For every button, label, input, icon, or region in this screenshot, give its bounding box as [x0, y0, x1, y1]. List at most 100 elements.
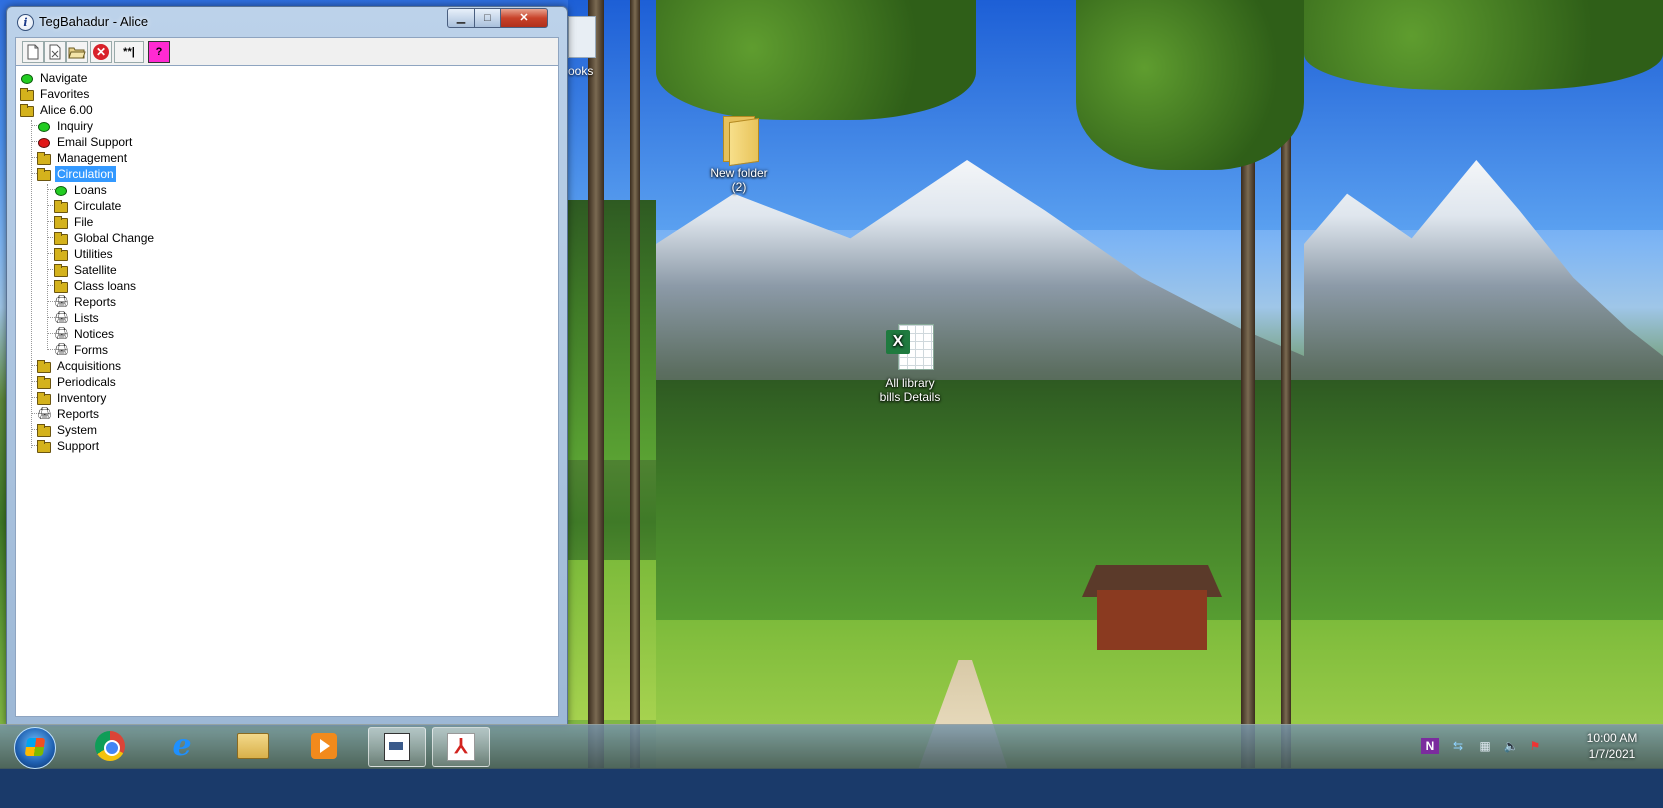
excel-file-label-line1: All library — [885, 376, 935, 390]
folder-icon — [37, 168, 51, 181]
taskbar-internet-explorer[interactable]: e — [154, 727, 210, 765]
taskbar-alice[interactable] — [368, 727, 426, 767]
maximize-button[interactable]: □ — [474, 8, 501, 28]
tree-item-label: Utilities — [74, 247, 113, 261]
tree-item-label: File — [74, 215, 94, 229]
tree-connector-root — [31, 120, 32, 448]
taskbar-media-player[interactable] — [296, 727, 352, 765]
clock-time: 10:00 AM — [1586, 731, 1638, 745]
desktop-partial-file-icon[interactable] — [568, 16, 596, 58]
taskbar-acrobat-reader[interactable]: ⅄ — [432, 727, 490, 767]
printer-icon: 🖨 — [54, 310, 70, 324]
acrobat-icon: ⅄ — [447, 733, 475, 761]
tree-item-label: Loans — [74, 183, 107, 197]
new-folder-label-line1: New folder — [710, 166, 768, 180]
stop-icon: ✕ — [93, 44, 109, 60]
tree-item-label: Reports — [57, 407, 100, 421]
open-folder-icon — [68, 47, 86, 59]
printer-icon: 🖨 — [37, 406, 53, 420]
taskbar: e ⅄ N ⇆ ▦ 🔈 ⚑ 10:00 AM 1/7/2021 — [0, 724, 1663, 769]
clock-date: 1/7/2021 — [1588, 747, 1636, 761]
tree-item-label: Acquisitions — [57, 359, 122, 373]
tree-item-label: Periodicals — [57, 375, 116, 389]
media-player-icon — [311, 733, 337, 759]
taskbar-chrome[interactable] — [82, 727, 138, 765]
windows-logo-icon — [24, 738, 46, 756]
minimize-button[interactable]: ▁ — [447, 8, 475, 28]
excel-file-label-line2: bills Details — [879, 390, 941, 404]
tree-item-label: System — [57, 423, 98, 437]
tree-item-label: Notices — [74, 327, 115, 341]
stop-button[interactable]: ✕ — [90, 41, 112, 63]
toolbar: ✕ **| ? — [15, 37, 559, 67]
folder-icon — [54, 200, 68, 213]
folder-icon — [54, 232, 68, 245]
red-dot-icon — [38, 138, 50, 148]
folder-icon — [54, 264, 68, 277]
start-button[interactable] — [14, 727, 56, 769]
folder-icon — [719, 114, 759, 167]
folder-icon — [37, 440, 51, 453]
folder-icon — [37, 360, 51, 373]
network-tray-icon[interactable]: ▦ — [1476, 738, 1494, 754]
tree-item-label: Email Support — [57, 135, 133, 149]
tree-item-label: Alice 6.00 — [40, 103, 93, 117]
folder-icon — [54, 216, 68, 229]
desktop-excel-file[interactable]: X All library bills Details — [865, 322, 955, 404]
tree-item-label: Global Change — [74, 231, 155, 245]
folder-icon — [37, 424, 51, 437]
file-explorer-icon — [237, 733, 269, 759]
tree-item-label: Favorites — [40, 87, 90, 101]
title-bar[interactable]: i TegBahadur - Alice ▁ □ ✕ — [7, 7, 567, 35]
folder-icon — [54, 248, 68, 261]
password-button[interactable]: **| — [114, 41, 144, 63]
close-button[interactable]: ✕ — [500, 8, 548, 28]
tree-item-label: Support — [57, 439, 100, 453]
new-folder-label-line2: (2) — [731, 180, 747, 194]
alice-window: i TegBahadur - Alice ▁ □ ✕ ✕ **| ? Navig… — [6, 6, 568, 726]
open-folder-button[interactable] — [66, 41, 88, 63]
tree-connector-circulation — [47, 184, 48, 348]
help-button[interactable]: ? — [148, 41, 170, 63]
green-dot-icon — [21, 74, 33, 84]
printer-icon: 🖨 — [54, 326, 70, 340]
excel-file-icon: X — [884, 322, 936, 372]
tree-item-label: Lists — [74, 311, 99, 325]
tree-item-label-selected: Circulation — [55, 166, 116, 182]
folder-icon — [37, 376, 51, 389]
printer-icon: 🖨 — [54, 342, 70, 356]
folder-icon — [20, 104, 34, 117]
folder-icon — [20, 88, 34, 101]
green-dot-icon — [38, 122, 50, 132]
taskbar-file-explorer[interactable] — [225, 727, 281, 765]
delete-document-button[interactable] — [44, 41, 66, 63]
internet-explorer-icon: e — [172, 728, 192, 763]
folder-icon — [37, 152, 51, 165]
wallpaper-strip-right — [1304, 0, 1663, 768]
folder-icon — [54, 280, 68, 293]
sync-tray-icon[interactable]: ⇆ — [1449, 738, 1467, 754]
onenote-tray-icon[interactable]: N — [1421, 738, 1439, 754]
tree-branch — [47, 189, 55, 190]
window-title: TegBahadur - Alice — [39, 14, 149, 29]
new-document-button[interactable] — [22, 41, 44, 63]
green-dot-icon — [55, 186, 67, 196]
system-clock[interactable]: 10:00 AM 1/7/2021 — [1570, 730, 1654, 762]
chrome-icon — [95, 731, 125, 761]
alice-app-icon — [384, 733, 410, 761]
tree-item-label: Inventory — [57, 391, 107, 405]
action-center-flag-icon[interactable]: ⚑ — [1526, 738, 1544, 754]
tree-item-label: Class loans — [74, 279, 137, 293]
tree-item-label: Forms — [74, 343, 108, 357]
desktop-partial-file-label: ooks — [568, 64, 594, 78]
desktop-new-folder[interactable]: New folder (2) — [694, 114, 784, 194]
tree-item-label: Circulate — [74, 199, 122, 213]
volume-icon[interactable]: 🔈 — [1502, 738, 1520, 754]
info-icon[interactable]: i — [17, 14, 34, 31]
delete-document-icon — [49, 44, 61, 60]
new-document-icon — [27, 44, 39, 60]
tree-item-label: Satellite — [74, 263, 117, 277]
wallpaper-hut — [1097, 590, 1207, 650]
folder-icon — [37, 392, 51, 405]
tree-item-label: Navigate — [40, 71, 88, 85]
